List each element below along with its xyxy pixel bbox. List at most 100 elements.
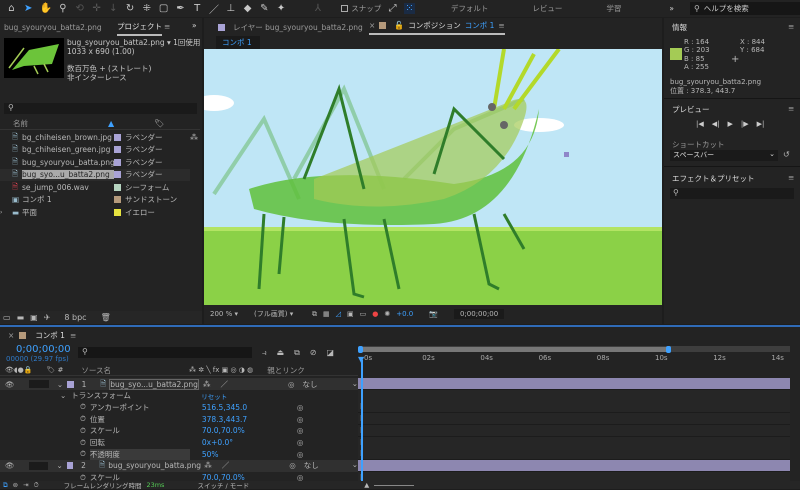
frame-blend-icon[interactable]: ⧉ xyxy=(294,348,300,358)
flowchart-icon[interactable]: ⁂ xyxy=(190,133,198,142)
stretch-icon[interactable]: ⏱ xyxy=(34,481,39,490)
zoom-icon[interactable]: ⚲ xyxy=(58,3,69,14)
help-search[interactable]: ⚲ ヘルプを検索 xyxy=(689,2,800,15)
new-folder-icon[interactable]: ▬ xyxy=(17,313,25,322)
col-parent[interactable]: 親とリンク xyxy=(267,365,305,376)
in-out-icon[interactable]: ⇥ xyxy=(23,481,28,489)
view-options-icon[interactable]: ▭ xyxy=(360,310,367,318)
dolly-icon[interactable]: ↓ xyxy=(108,3,119,14)
workspace-learn[interactable]: 学習 xyxy=(606,3,621,14)
clone-stamp-icon[interactable]: ⊥ xyxy=(225,3,236,14)
effects-search-input[interactable]: ⚲ xyxy=(670,188,794,199)
timeline-current-time[interactable]: 0;00;00;00 xyxy=(16,344,71,355)
comp-breadcrumb[interactable]: コンポ 1 xyxy=(216,36,260,49)
shy-switch-icon[interactable]: ⁂ xyxy=(203,380,211,389)
label-swatch[interactable] xyxy=(114,146,121,153)
property-value[interactable]: 70.0,70.0% xyxy=(202,426,297,435)
shy-switch-icon[interactable]: ⁂ xyxy=(204,461,212,470)
work-area-bar[interactable] xyxy=(360,347,668,352)
project-item[interactable]: 🗎 bug_syouryou_batta.png ラベンダー xyxy=(0,156,190,168)
project-item[interactable]: ▣ コンポ 1 サンドストーン xyxy=(0,194,190,206)
render-icon[interactable]: ✈ xyxy=(44,313,51,322)
comp-flowchart-icon[interactable]: ⥽ xyxy=(262,348,267,358)
timeline-search-input[interactable]: ⚲ xyxy=(78,347,252,358)
property-row[interactable]: ⏱ 不透明度 50% ◎ xyxy=(0,448,358,460)
expression-pickwhip-icon[interactable]: ◎ xyxy=(297,426,304,435)
expression-pickwhip-icon[interactable]: ◎ xyxy=(297,403,304,412)
interpret-footage-icon[interactable]: ▭ xyxy=(3,313,11,322)
new-comp-icon[interactable]: ▣ xyxy=(30,313,38,322)
last-frame-icon[interactable]: ▶| xyxy=(757,120,765,128)
transform-group[interactable]: トランスフォーム xyxy=(71,390,201,401)
transform-row[interactable]: ⌄ トランスフォーム リセット xyxy=(0,390,358,402)
panel-menu-icon[interactable]: ≡ xyxy=(70,331,76,340)
property-value[interactable]: 378.3,443.7 xyxy=(202,415,297,424)
close-icon[interactable]: × xyxy=(369,21,375,30)
transparency-grid-icon[interactable]: ▦ xyxy=(323,310,330,318)
work-area-end-handle[interactable] xyxy=(666,346,671,353)
snap-toggle[interactable]: スナップ xyxy=(341,3,381,14)
play-icon[interactable]: ▶ xyxy=(728,120,733,128)
project-item[interactable]: 🗎 bg_chiheisen_green.jpg ラベンダー xyxy=(0,144,190,156)
expand-chevron-icon[interactable]: ⌄ xyxy=(56,461,62,470)
stopwatch-icon[interactable]: ⏱ xyxy=(80,426,86,436)
property-track[interactable]: I xyxy=(358,436,790,449)
expand-chevron-icon[interactable]: ⌄ xyxy=(57,380,63,389)
rotate-icon[interactable]: ↻ xyxy=(125,3,136,14)
label-swatch[interactable] xyxy=(114,171,121,178)
label-col-icon[interactable]: 🏷 xyxy=(154,119,164,128)
channel-icon[interactable]: ● xyxy=(372,310,378,318)
parent-dropdown[interactable]: なし ⌄ xyxy=(304,460,358,471)
property-track[interactable]: I xyxy=(358,424,790,437)
col-name[interactable]: 名前 xyxy=(13,118,28,129)
home-icon[interactable]: ⌂ xyxy=(6,3,17,14)
transfer-controls-icon[interactable]: ⊚ xyxy=(13,481,18,489)
property-row[interactable]: ⏱ スケール 70.0,70.0% ◎ xyxy=(0,425,358,437)
visibility-icon[interactable]: 👁 xyxy=(5,380,15,389)
stopwatch-icon[interactable]: ⏱ xyxy=(80,449,86,459)
pan-icon[interactable]: ✛ xyxy=(91,3,102,14)
col-source[interactable]: ソース名 xyxy=(81,365,111,376)
workspace-review[interactable]: レビュー xyxy=(532,3,562,14)
comp-viewer[interactable] xyxy=(204,49,662,305)
property-value[interactable]: 0x+0.0° xyxy=(202,438,297,447)
snapshot-icon[interactable]: 📷 xyxy=(429,310,438,318)
more-workspaces-icon[interactable]: » xyxy=(669,4,674,13)
anchor-icon[interactable]: ⁜ xyxy=(141,3,152,14)
text-icon[interactable]: T xyxy=(192,3,203,14)
reset-icon[interactable]: ↺ xyxy=(783,150,790,159)
panel-menu-icon[interactable]: ≡ xyxy=(788,22,794,31)
first-frame-icon[interactable]: |◀ xyxy=(696,120,704,128)
property-track[interactable]: I xyxy=(358,401,790,414)
tab-project[interactable]: プロジェクト xyxy=(117,21,162,36)
close-icon[interactable]: × xyxy=(8,331,14,340)
layer-duration-bar[interactable] xyxy=(358,378,790,390)
label-swatch[interactable] xyxy=(114,158,121,166)
panel-menu-icon[interactable]: ≡ xyxy=(788,104,794,113)
tab-footage[interactable]: bug_syouryou_batta2.png xyxy=(4,23,102,32)
playhead-handle[interactable]: ▼ xyxy=(358,355,364,364)
zoom-out-icon[interactable]: ▲ xyxy=(364,481,369,489)
trash-icon[interactable]: 🗑 xyxy=(101,313,111,322)
region-icon[interactable]: ⧉ xyxy=(312,310,317,319)
pickwhip-icon[interactable]: ◎ xyxy=(289,461,296,470)
reset-link[interactable]: リセット xyxy=(201,391,227,401)
panel-menu-icon[interactable]: ≡ xyxy=(164,22,170,31)
expression-pickwhip-icon[interactable]: ◎ xyxy=(297,438,304,447)
safe-margins-icon[interactable]: ▣ xyxy=(347,310,354,318)
quality-switch-icon[interactable]: ／ xyxy=(220,379,228,390)
selection-icon[interactable]: ➤ xyxy=(23,3,34,14)
label-swatch[interactable] xyxy=(67,380,74,388)
label-swatch[interactable] xyxy=(114,196,121,203)
eraser-icon[interactable]: ◆ xyxy=(242,3,253,14)
expression-pickwhip-icon[interactable]: ◎ xyxy=(297,415,304,424)
project-item[interactable]: › ▬ 平面 イエロー xyxy=(0,206,190,218)
project-item[interactable]: 🗎 bug_syo...u_batta2.png ラベンダー xyxy=(0,168,190,181)
label-swatch[interactable] xyxy=(114,133,121,141)
quality-switch-icon[interactable]: ／ xyxy=(222,460,230,471)
switch-boxes[interactable] xyxy=(28,461,49,470)
tab-timeline[interactable]: × コンポ 1 ≡ xyxy=(8,330,76,341)
mask-path-icon[interactable]: ◿ xyxy=(336,310,341,318)
label-swatch[interactable] xyxy=(114,208,121,216)
expression-pickwhip-icon[interactable]: ◎ xyxy=(297,450,304,459)
